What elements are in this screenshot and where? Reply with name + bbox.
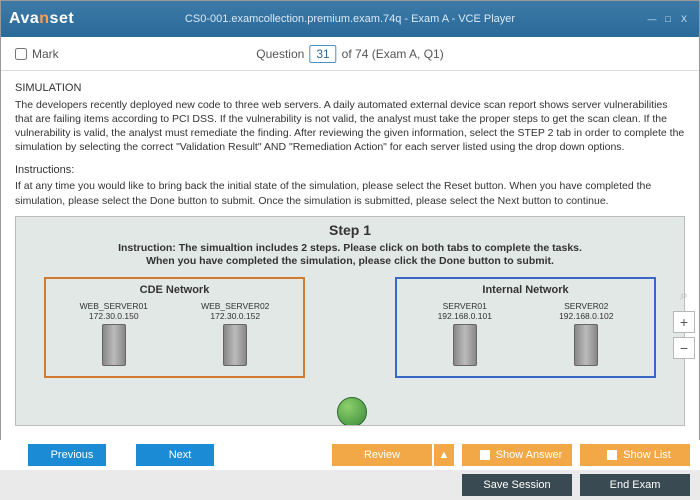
server-item: WEB_SERVER02 172.30.0.152 [201, 301, 269, 366]
server-icon [223, 324, 247, 366]
magnifier-icon[interactable]: ⌕ [673, 285, 695, 307]
simulation-panel: Step 1 Instruction: The simualtion inclu… [15, 216, 685, 426]
internal-network-box: Internal Network SERVER01 192.168.0.101 … [395, 277, 656, 378]
question-word: Question [256, 47, 304, 61]
cde-network-box: CDE Network WEB_SERVER01 172.30.0.150 WE… [44, 277, 305, 378]
instructions-heading: Instructions: [15, 163, 685, 178]
show-answer-button[interactable]: Show Answer [462, 444, 572, 466]
mark-checkbox[interactable]: Mark [15, 47, 59, 61]
maximize-icon[interactable]: □ [661, 13, 675, 25]
question-body: The developers recently deployed new cod… [15, 98, 685, 155]
previous-button[interactable]: Previous [28, 444, 106, 466]
server-item: WEB_SERVER01 172.30.0.150 [80, 301, 148, 366]
footer: Previous Next Review ▲ Show Answer Show … [0, 440, 700, 500]
content-scroll-area[interactable]: SIMULATION The developers recently deplo… [1, 71, 699, 439]
minimize-icon[interactable]: — [645, 13, 659, 25]
step-instruction: Instruction: The simualtion includes 2 s… [16, 242, 684, 269]
server-icon [102, 324, 126, 366]
save-session-button[interactable]: Save Session [462, 474, 572, 496]
server-item: SERVER02 192.168.0.102 [559, 301, 613, 366]
simulation-heading: SIMULATION [15, 81, 685, 96]
server-item: SERVER01 192.168.0.101 [438, 301, 492, 366]
close-icon[interactable]: X [677, 13, 691, 25]
review-button[interactable]: Review [332, 444, 432, 466]
window-title: CS0-001.examcollection.premium.exam.74q … [185, 13, 515, 25]
zoom-in-button[interactable]: + [673, 311, 695, 333]
show-list-button[interactable]: Show List [580, 444, 690, 466]
review-dropdown-button[interactable]: ▲ [434, 444, 454, 466]
cde-network-label: CDE Network [56, 283, 293, 298]
title-bar: Avanset CS0-001.examcollection.premium.e… [1, 1, 699, 37]
mark-label: Mark [32, 47, 59, 61]
question-header: Mark Question 31 of 74 (Exam A, Q1) [1, 37, 699, 71]
server-icon [574, 324, 598, 366]
end-exam-button[interactable]: End Exam [580, 474, 690, 496]
zoom-out-button[interactable]: − [673, 337, 695, 359]
next-button[interactable]: Next [136, 444, 214, 466]
zoom-controls: ⌕ + − [673, 285, 695, 359]
step-title: Step 1 [16, 221, 684, 240]
internal-network-label: Internal Network [407, 283, 644, 298]
question-number-box: 31 [309, 45, 336, 63]
checkbox-icon [480, 450, 490, 460]
globe-icon [337, 397, 367, 426]
question-total: of 74 (Exam A, Q1) [342, 47, 444, 61]
app-logo: Avanset [9, 10, 74, 28]
mark-checkbox-input[interactable] [15, 48, 27, 60]
server-icon [453, 324, 477, 366]
checkbox-icon [607, 450, 617, 460]
instructions-body: If at any time you would like to bring b… [15, 179, 685, 207]
